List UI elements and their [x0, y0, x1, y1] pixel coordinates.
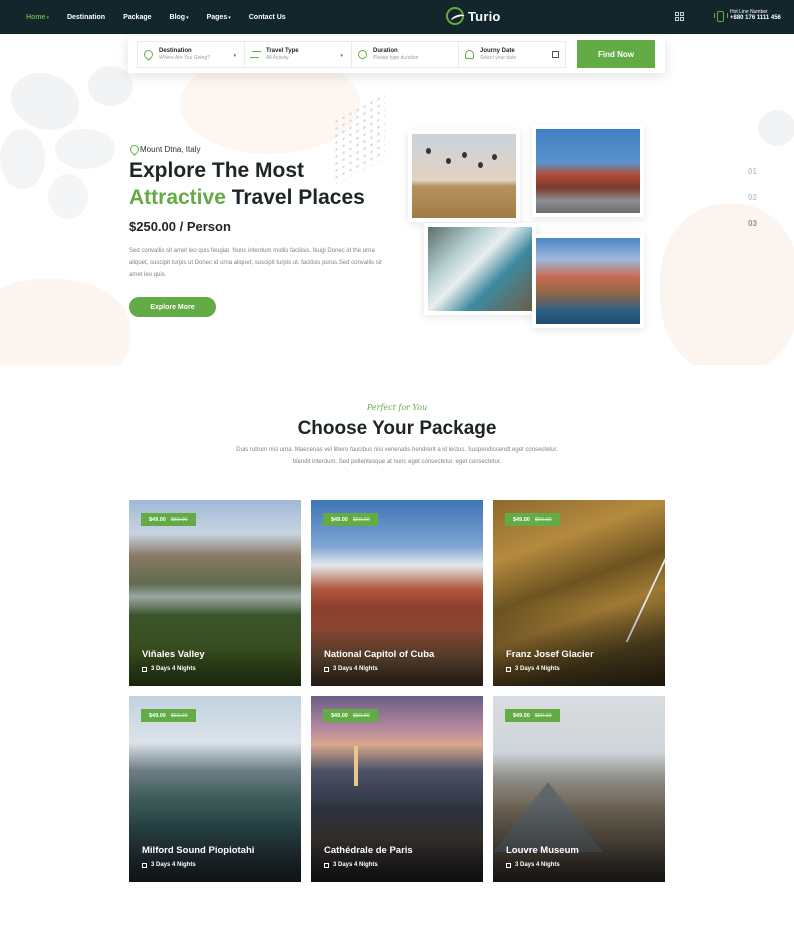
hero-price: $250.00 / Person [129, 219, 231, 234]
hero-photo-cathedral [532, 125, 644, 217]
section-description: Duis rutrum nisl urna. Maecenas vel libe… [236, 447, 558, 465]
bg-blob [48, 174, 88, 219]
package-card[interactable]: $49.00 $59.00 Cathédrale de Paris 3 Days … [311, 696, 483, 882]
hero-title-highlight: Attractive [129, 186, 226, 209]
travel-type-label: Travel Type [266, 47, 299, 54]
nav-destination[interactable]: Destination [67, 14, 105, 21]
clock-icon [358, 50, 367, 59]
grid-icon[interactable] [675, 12, 684, 21]
calendar-icon [506, 862, 511, 868]
slide-pagination: 01 02 03 [748, 167, 757, 228]
top-navbar: Home▾ Destination Package Blog▾ Pages▾ C… [0, 0, 794, 34]
duration-label: Duration [373, 47, 398, 54]
destination-placeholder: Where Are You Going? [159, 55, 210, 62]
nav-contact[interactable]: Contact Us [249, 14, 286, 21]
hero-description: Sed convallis sit amet leo quis feugiat.… [129, 248, 382, 278]
package-card[interactable]: $49.00 $59.00 National Capitol of Cuba 3 … [311, 500, 483, 686]
hotline[interactable]: Hot Line Number +880 176 1111 456 [714, 9, 781, 22]
main-menu: Home▾ Destination Package Blog▾ Pages▾ C… [26, 0, 286, 34]
bg-blob [758, 110, 794, 146]
price-badge: $49.00 $59.00 [505, 709, 560, 722]
package-title[interactable]: Cathédrale de Paris [324, 845, 413, 856]
travel-type-value: All Activity [266, 55, 289, 62]
bg-blob [88, 66, 133, 106]
duration-field[interactable]: Duration Please type duration [351, 41, 459, 68]
journey-date-field[interactable]: Journy Date Select your date [458, 41, 566, 68]
package-duration: 3 Days 4 Nights [324, 862, 378, 868]
chevron-down-icon: ▾ [233, 53, 236, 59]
package-duration: 3 Days 4 Nights [324, 666, 378, 672]
hero-title-line1: Explore The Most [129, 159, 305, 182]
slide-03[interactable]: 03 [748, 219, 757, 228]
package-duration: 3 Days 4 Nights [142, 666, 196, 672]
package-card[interactable]: $49.00 $59.00 Milford Sound Piopiotahi 3 … [129, 696, 301, 882]
pin-icon [130, 145, 137, 154]
package-duration: 3 Days 4 Nights [142, 862, 196, 868]
journey-date-label: Journy Date [480, 47, 515, 54]
price-badge: $49.00 $59.00 [141, 709, 196, 722]
package-title[interactable]: Franz Josef Glacier [506, 649, 594, 660]
section-eyebrow: Perfect for You [366, 403, 428, 412]
journey-date-placeholder: Select your date [480, 55, 517, 62]
bg-blob [0, 279, 130, 365]
hero-section: Mount Dtna, Italy Explore The Most Attra… [0, 34, 794, 365]
bg-blob [0, 129, 45, 189]
price-badge: $49.00 $59.00 [505, 513, 560, 526]
slide-01[interactable]: 01 [748, 167, 757, 176]
calendar-icon [552, 51, 559, 58]
chevron-down-icon: ▾ [340, 53, 343, 59]
package-duration: 3 Days 4 Nights [506, 666, 560, 672]
nav-blog[interactable]: Blog▾ [170, 14, 189, 21]
tower-shape [354, 746, 358, 786]
calendar-icon [324, 666, 329, 672]
hero-photo-coast [532, 234, 644, 328]
brand-logo[interactable]: Turio [446, 7, 501, 25]
cloud-upload-icon [465, 50, 474, 59]
price-badge: $49.00 $59.00 [323, 513, 378, 526]
package-title[interactable]: Viñales Valley [142, 649, 205, 660]
package-card[interactable]: $49.00 $59.00 Louvre Museum 3 Days 4 Nigh… [493, 696, 665, 882]
travel-type-field[interactable]: Travel Type All Activity ▾ [244, 41, 352, 68]
bg-blob [55, 129, 115, 169]
calendar-icon [142, 862, 147, 868]
brand-name: Turio [468, 8, 501, 24]
destination-label: Destination [159, 47, 192, 54]
price-badge: $49.00 $59.00 [323, 709, 378, 722]
section-title: Choose Your Package [297, 418, 497, 439]
nav-package[interactable]: Package [123, 14, 151, 21]
explore-more-button[interactable]: Explore More [129, 297, 216, 317]
price-badge: $49.00 $59.00 [141, 513, 196, 526]
nav-home[interactable]: Home▾ [26, 14, 49, 21]
package-title[interactable]: National Capitol of Cuba [324, 649, 434, 660]
slide-02[interactable]: 02 [748, 193, 757, 202]
pin-icon [142, 48, 155, 61]
search-bar: Destination Where Are You Going? ▾ Trave… [128, 36, 665, 73]
destination-field[interactable]: Destination Where Are You Going? ▾ [137, 41, 245, 68]
package-card[interactable]: $49.00 $59.00 Viñales Valley 3 Days 4 Nig… [129, 500, 301, 686]
calendar-icon [142, 666, 147, 672]
duration-placeholder: Please type duration [373, 55, 419, 62]
phone-icon [714, 10, 728, 22]
hotline-number: +880 176 1111 456 [730, 15, 781, 21]
hero-title: Explore The Most Attractive Travel Place… [129, 157, 399, 211]
logo-icon [446, 7, 464, 25]
hero-photo-waterfall [424, 223, 536, 315]
hero-title-rest: Travel Places [225, 186, 365, 209]
nav-pages[interactable]: Pages▾ [207, 14, 231, 21]
package-title[interactable]: Louvre Museum [506, 845, 579, 856]
package-duration: 3 Days 4 Nights [506, 862, 560, 868]
hero-location: Mount Dtna, Italy [130, 145, 200, 154]
hero-location-text: Mount Dtna, Italy [140, 145, 201, 154]
plane-icon [249, 51, 262, 58]
bg-blob [2, 63, 88, 140]
bg-blob [660, 204, 794, 365]
package-title[interactable]: Milford Sound Piopiotahi [142, 845, 254, 856]
find-now-button[interactable]: Find Now [577, 40, 655, 68]
calendar-icon [506, 666, 511, 672]
package-card[interactable]: $49.00 $59.00 Franz Josef Glacier 3 Days … [493, 500, 665, 686]
calendar-icon [324, 862, 329, 868]
hero-photo-balloons [408, 130, 520, 222]
